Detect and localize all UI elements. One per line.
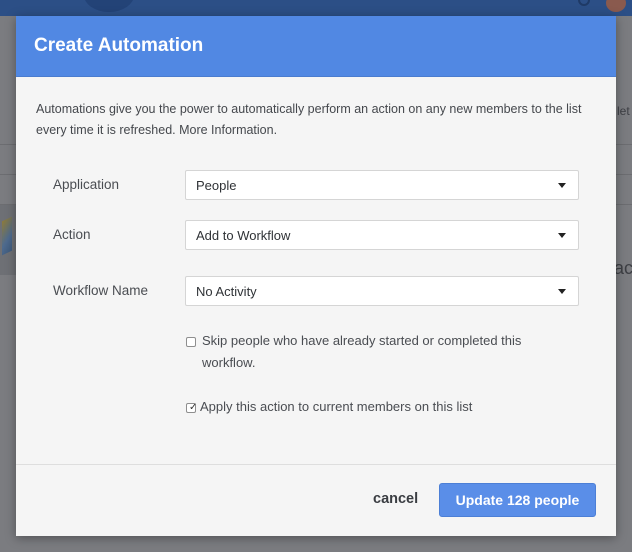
workflow-name-select[interactable]: No Activity — [185, 276, 579, 306]
action-select-value: Add to Workflow — [196, 228, 291, 243]
chevron-down-icon — [558, 289, 566, 294]
create-automation-modal: Create Automation Automations give you t… — [16, 16, 616, 536]
modal-title: Create Automation — [34, 35, 204, 56]
apply-current-members-checkbox[interactable]: ✓ — [186, 402, 198, 413]
background-text-fragment: let — [617, 104, 630, 118]
modal-header: Create Automation — [16, 16, 616, 77]
modal-body: Automations give you the power to automa… — [16, 77, 616, 464]
workflow-name-label: Workflow Name — [53, 283, 149, 298]
cancel-button[interactable]: cancel — [373, 491, 418, 507]
action-select[interactable]: Add to Workflow — [185, 220, 579, 250]
background-thumbnail — [0, 205, 16, 275]
update-people-button[interactable]: Update 128 people — [439, 483, 596, 517]
chevron-down-icon — [558, 183, 566, 188]
application-select[interactable]: People — [185, 170, 579, 200]
skip-started-checkbox[interactable] — [186, 337, 196, 347]
action-label: Action — [53, 227, 91, 242]
modal-footer: cancel Update 128 people — [16, 464, 616, 536]
intro-text: Automations give you the power to automa… — [36, 102, 582, 137]
checkmark-icon: ✓ — [189, 402, 198, 413]
background-text-fragment: ac — [614, 258, 632, 278]
skip-started-label: Skip people who have already started or … — [202, 333, 522, 370]
application-label: Application — [53, 177, 120, 192]
application-select-value: People — [196, 178, 237, 193]
chevron-down-icon — [558, 233, 566, 238]
apply-current-members-label: Apply this action to current members on … — [200, 399, 473, 414]
workflow-name-select-value: No Activity — [196, 284, 257, 299]
